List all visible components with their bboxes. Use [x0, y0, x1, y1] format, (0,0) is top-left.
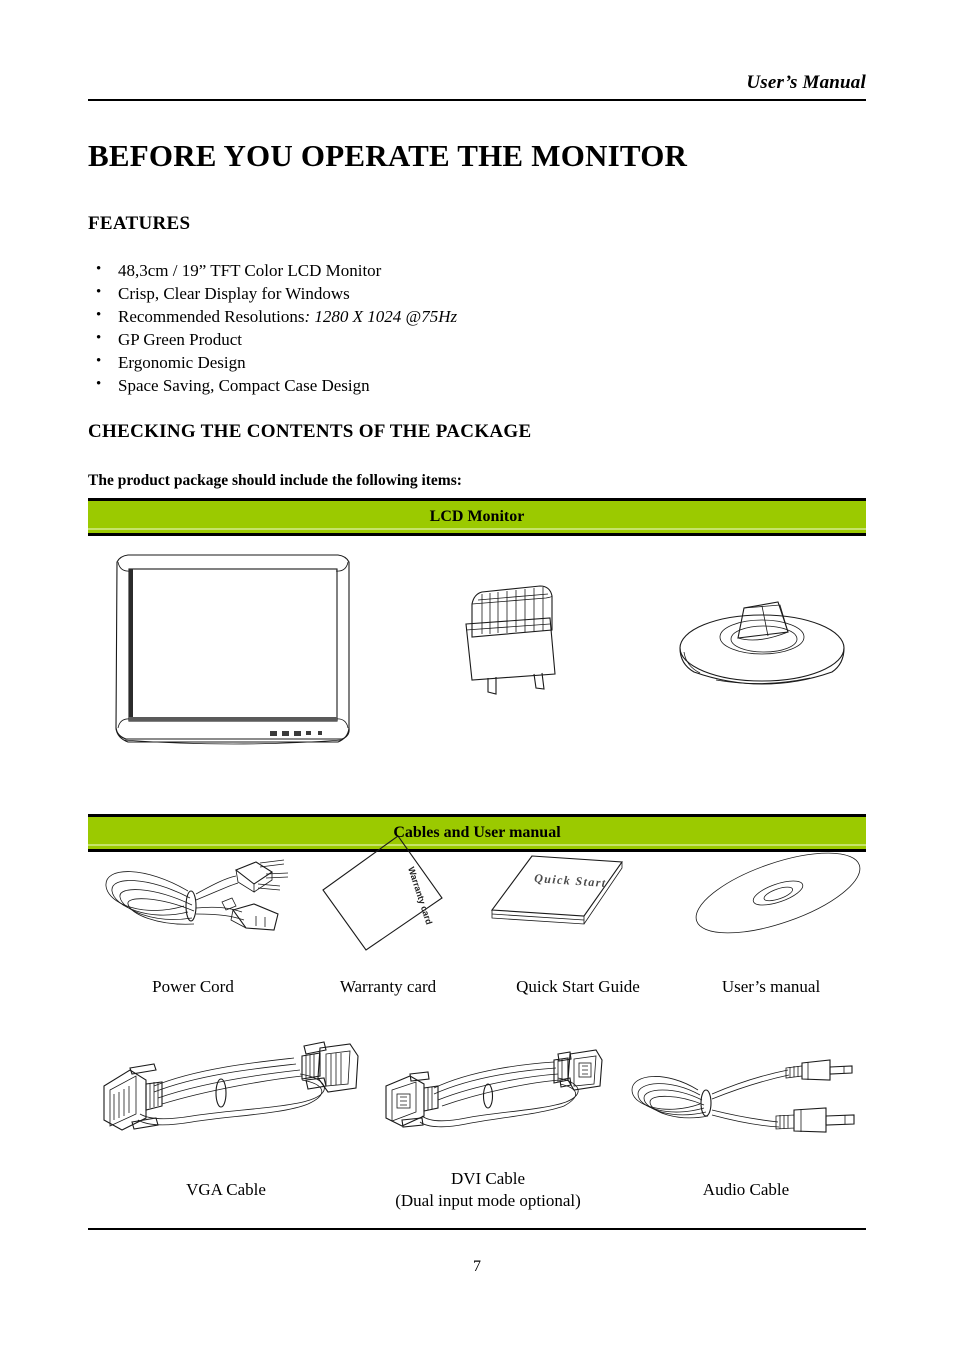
caption-dvi-sublabel: (Dual input mode optional) [395, 1191, 581, 1210]
list-item: Space Saving, Compact Case Design [88, 373, 708, 397]
quick-start-guide-illustration: Quick Start [488, 846, 628, 946]
feature-text: Recommended Resolutions [118, 307, 305, 326]
list-item: Recommended Resolutions: 1280 X 1024 @75… [88, 304, 708, 328]
feature-text: Ergonomic Design [118, 353, 246, 372]
cd-disc-illustration [688, 838, 868, 948]
document-page: User’s Manual BEFORE YOU OPERATE THE MON… [0, 0, 954, 1350]
quick-start-cover-text: Quick Start [534, 871, 607, 890]
caption-users-manual: User’s manual [721, 977, 821, 996]
features-heading: FEATURES [88, 213, 191, 234]
feature-text: Space Saving, Compact Case Design [118, 376, 370, 395]
caption-vga-cable: VGA Cable [186, 1180, 266, 1199]
feature-text: GP Green Product [118, 330, 243, 349]
band-label: LCD Monitor [429, 508, 525, 525]
feature-text: 48,3cm / 19” TFT Color LCD Monitor [118, 261, 382, 280]
header-divider [88, 98, 866, 101]
lcd-monitor-figures-row [88, 534, 866, 774]
warranty-card-text: Warranty card [406, 866, 434, 926]
accessories-figures-rows: Warranty card Quick Start Power Cord War… [88, 824, 866, 1228]
caption-quick-start-guide: Quick Start Guide [516, 977, 640, 996]
power-cord-illustration [96, 836, 291, 951]
audio-cable-illustration [626, 1046, 876, 1142]
lcd-monitor-illustration [110, 550, 356, 755]
caption-audio-cable: Audio Cable [702, 1180, 790, 1199]
checking-contents-heading: CHECKING THE CONTENTS OF THE PACKAGE [88, 421, 532, 442]
table-bottom-divider [88, 1228, 866, 1230]
monitor-stand-base-illustration [676, 592, 851, 692]
caption-dvi-cable: DVI Cable (Dual input mode optional) [368, 1168, 608, 1212]
dvi-cable-illustration [376, 1042, 606, 1138]
list-item: GP Green Product [88, 327, 708, 351]
caption-dvi-primary: DVI Cable [450, 1169, 526, 1188]
table-header-lcd-monitor: LCD Monitor [88, 498, 866, 536]
package-subheading: The product package should include the f… [88, 472, 462, 489]
list-item: 48,3cm / 19” TFT Color LCD Monitor [88, 258, 708, 282]
caption-warranty-card: Warranty card [339, 977, 437, 996]
features-list: 48,3cm / 19” TFT Color LCD Monitor Crisp… [88, 258, 708, 397]
warranty-card-illustration: Warranty card [320, 832, 448, 954]
page-header: User’s Manual [88, 72, 866, 101]
monitor-stand-neck-illustration [458, 582, 578, 697]
feature-emphasis: : 1280 X 1024 @75Hz [304, 307, 458, 326]
caption-power-cord: Power Cord [152, 977, 234, 996]
list-item: Crisp, Clear Display for Windows [88, 281, 708, 305]
page-title: BEFORE YOU OPERATE THE MONITOR [88, 138, 688, 173]
feature-text: Crisp, Clear Display for Windows [118, 284, 350, 303]
running-head: User’s Manual [746, 72, 866, 93]
page-number: 7 [473, 1258, 481, 1275]
page-footer: 7 [0, 1258, 954, 1276]
band-label: Cables and User manual [393, 824, 561, 841]
list-item: Ergonomic Design [88, 350, 708, 374]
vga-cable-illustration [88, 1034, 360, 1144]
